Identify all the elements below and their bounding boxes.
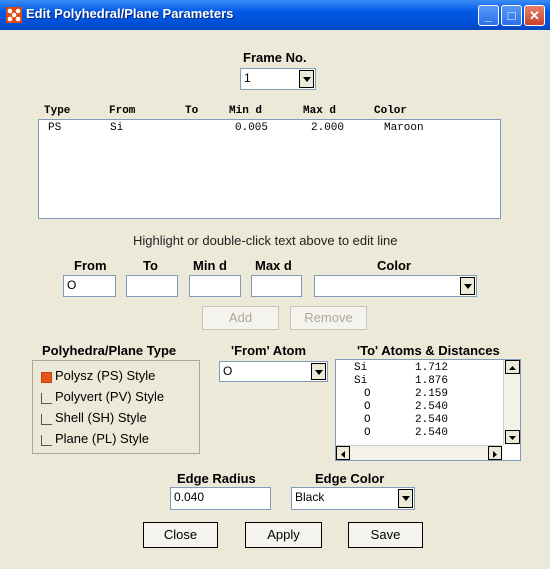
- frame-value: 1: [244, 71, 251, 85]
- header-color: Color: [374, 105, 408, 117]
- header-type: Type: [44, 105, 71, 117]
- poly-type-label: Polysz (PS) Style: [55, 368, 156, 383]
- from-atom-select[interactable]: O: [219, 361, 328, 382]
- edge-color-value: Black: [295, 490, 325, 504]
- from-atom-title: 'From' Atom: [231, 343, 307, 358]
- close-window-button[interactable]: ✕: [524, 5, 545, 26]
- header-min-d: Min d: [229, 105, 263, 117]
- radio-icon[interactable]: [41, 393, 52, 404]
- app-icon: [6, 7, 22, 23]
- window-title: Edit Polyhedral/Plane Parameters: [26, 6, 234, 21]
- atom-distance: 2.540: [415, 414, 449, 426]
- atom-name: Si: [354, 362, 368, 374]
- poly-type-title: Polyhedra/Plane Type: [42, 343, 177, 358]
- max-d-field[interactable]: [251, 275, 302, 297]
- atom-distance: 1.712: [415, 362, 449, 374]
- edge-color-label: Edge Color: [315, 471, 385, 486]
- poly-type-label: Shell (SH) Style: [55, 410, 147, 425]
- chevron-down-icon[interactable]: [398, 489, 413, 508]
- horizontal-scrollbar[interactable]: [336, 445, 503, 460]
- radio-icon[interactable]: [41, 414, 52, 425]
- chevron-down-icon[interactable]: [460, 277, 475, 295]
- header-max-d: Max d: [303, 105, 337, 117]
- close-icon: ✕: [529, 8, 540, 23]
- minimize-button[interactable]: _: [478, 5, 499, 26]
- to-field[interactable]: [126, 275, 178, 297]
- edge-radius-field[interactable]: 0.040: [170, 487, 271, 510]
- edge-radius-label: Edge Radius: [177, 471, 256, 486]
- atom-name: O: [364, 401, 371, 413]
- maximize-icon: □: [507, 8, 516, 23]
- header-to: To: [185, 105, 199, 117]
- minimize-icon: _: [484, 8, 493, 23]
- frame-select[interactable]: 1: [240, 68, 316, 90]
- from-atom-value: O: [223, 364, 233, 378]
- to-atoms-title: 'To' Atoms & Distances: [357, 343, 500, 358]
- scroll-up-icon[interactable]: [505, 360, 520, 374]
- atom-distance: 1.876: [415, 375, 449, 387]
- radio-selected-icon[interactable]: [41, 372, 52, 383]
- atom-distance: 2.540: [415, 427, 449, 439]
- title-bar[interactable]: Edit Polyhedral/Plane Parameters _ □ ✕: [0, 0, 550, 30]
- min-d-label: Min d: [193, 258, 227, 273]
- edge-color-select[interactable]: Black: [291, 487, 415, 510]
- header-from: From: [109, 105, 136, 117]
- vertical-scrollbar[interactable]: [503, 360, 520, 445]
- max-d-label: Max d: [255, 258, 292, 273]
- cell-min-d: 0.005: [235, 122, 269, 134]
- atom-name: O: [364, 388, 371, 400]
- from-field[interactable]: O: [63, 275, 116, 297]
- cell-color: Maroon: [384, 122, 424, 134]
- poly-type-label: Polyvert (PV) Style: [55, 389, 165, 404]
- apply-button[interactable]: Apply: [245, 522, 322, 548]
- chevron-down-icon[interactable]: [311, 363, 326, 380]
- atom-distance: 2.159: [415, 388, 449, 400]
- color-select[interactable]: [314, 275, 477, 297]
- atom-name: Si: [354, 375, 368, 387]
- atom-name: O: [364, 427, 371, 439]
- polyhedra-list[interactable]: PS Si 0.005 2.000 Maroon: [38, 119, 501, 219]
- cell-type: PS: [48, 122, 62, 134]
- scroll-left-icon[interactable]: [336, 446, 350, 460]
- chevron-down-icon[interactable]: [299, 70, 314, 88]
- atom-distance: 2.540: [415, 401, 449, 413]
- min-d-field[interactable]: [189, 275, 241, 297]
- color-label: Color: [377, 258, 411, 273]
- frame-label: Frame No.: [243, 50, 307, 65]
- atom-name: O: [364, 414, 371, 426]
- edit-hint: Highlight or double-click text above to …: [133, 233, 398, 248]
- to-atoms-list[interactable]: Si 1.712 Si 1.876 O 2.159 O 2.540 O 2.540 O 2.…: [335, 359, 521, 461]
- scroll-down-icon[interactable]: [505, 430, 520, 444]
- remove-button[interactable]: Remove: [290, 306, 367, 330]
- radio-icon[interactable]: [41, 435, 52, 446]
- to-label: To: [143, 258, 158, 273]
- from-label: From: [74, 258, 107, 273]
- cell-max-d: 2.000: [311, 122, 345, 134]
- add-button[interactable]: Add: [202, 306, 279, 330]
- scroll-right-icon[interactable]: [488, 446, 502, 460]
- dialog-window: Edit Polyhedral/Plane Parameters _ □ ✕ F…: [0, 0, 550, 569]
- close-button[interactable]: Close: [143, 522, 218, 548]
- save-button[interactable]: Save: [348, 522, 423, 548]
- poly-type-label: Plane (PL) Style: [55, 431, 149, 446]
- cell-from: Si: [110, 122, 124, 134]
- maximize-button[interactable]: □: [501, 5, 522, 26]
